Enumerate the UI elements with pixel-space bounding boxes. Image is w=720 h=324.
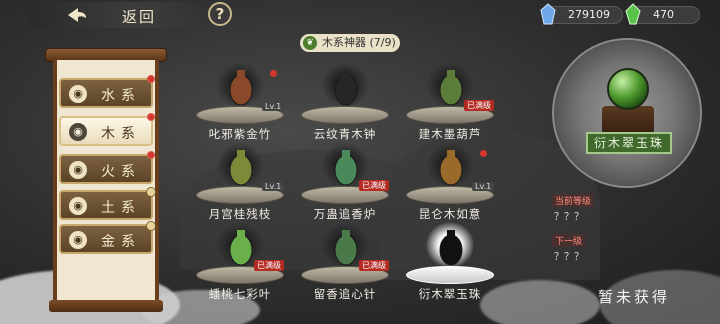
gourd-artifact-icon (439, 70, 463, 106)
leaf-artifact-icon (229, 230, 253, 266)
jade-resource-counter[interactable]: 470 (625, 3, 700, 25)
artifact-slot[interactable]: 已满级蟠桃七彩叶 (190, 222, 290, 302)
artifact-name: 云纹青木钟 (313, 127, 377, 141)
artifact-slot[interactable]: 已满级留香追心针 (295, 222, 395, 302)
help-button[interactable]: ? (208, 2, 232, 26)
max-level-badge: 已满级 (254, 260, 284, 271)
artifact-name: 万蛊追香炉 (313, 207, 377, 221)
green-jade-icon (625, 3, 641, 25)
notification-dot (147, 151, 155, 159)
artifact-name: 衍木翠玉珠 (418, 287, 482, 301)
upgrade-badge-icon (146, 187, 156, 197)
artifact-detail-panel: 衍木翠玉珠 当前等级 ？？？ 下一级 ？？？ 暂未获得 (540, 36, 710, 316)
tab-label: 水系 (101, 88, 141, 104)
notification-dot (480, 150, 487, 157)
category-title-text: 木系神器 (7/9) (322, 36, 396, 49)
censer-artifact-icon (334, 150, 358, 186)
fire-icon: ◉ (69, 161, 87, 179)
upgrade-badge-icon (146, 221, 156, 231)
tab-label: 土系 (101, 200, 141, 216)
pedestal (301, 106, 389, 124)
scroll-bottom-rod (49, 300, 163, 312)
tab-label: 金系 (101, 234, 141, 250)
artifact-name: 月宫桂残枝 (208, 207, 272, 221)
next-level-label: 下一级 (552, 234, 586, 247)
ruyi-artifact-icon (439, 150, 463, 186)
wood-icon: ◉ (69, 123, 87, 141)
tab-label: 火系 (101, 164, 141, 180)
category-title: ❦ 木系神器 (7/9) (300, 34, 400, 52)
branch-artifact-icon (229, 150, 253, 186)
artifact-slot[interactable]: Lv.1 昆仑木如意 (400, 142, 500, 222)
artifact-name: 昆仑木如意 (418, 207, 482, 221)
crystal-amount: 279109 (568, 8, 610, 21)
metal-icon: ◉ (69, 231, 87, 249)
tab-metal[interactable]: ◉ 金系 (59, 221, 156, 254)
notification-dot (147, 75, 155, 83)
max-level-badge: 已满级 (464, 100, 494, 111)
game-screen: 返回 ? 279109 470 ◉ 水系 ◉ 木系 ◉ 火系 ◉ 土系 ◉ 金系… (0, 0, 720, 324)
artifact-slot[interactable]: 衍木翠玉珠 (400, 222, 500, 302)
tab-label: 木系 (101, 126, 141, 142)
locked-silhouette-icon (439, 230, 463, 266)
jade-orb-artifact-icon (607, 68, 649, 110)
water-icon: ◉ (69, 85, 87, 103)
needle-artifact-icon (334, 230, 358, 266)
artifact-slot[interactable]: 已满级建木墨葫芦 (400, 62, 500, 142)
current-level-label: 当前等级 (552, 194, 595, 207)
tab-wood[interactable]: ◉ 木系 (59, 113, 155, 146)
artifact-name-plaque: 衍木翠玉珠 (586, 132, 672, 154)
bamboo-artifact-icon (229, 70, 253, 106)
acquire-status: 暂未获得 (598, 288, 671, 306)
max-level-badge: 已满级 (359, 260, 389, 271)
level-badge: Lv.1 (262, 102, 285, 111)
artifact-slot[interactable]: 已满级万蛊追香炉 (295, 142, 395, 222)
tab-earth[interactable]: ◉ 土系 (59, 187, 156, 220)
blue-crystal-icon (540, 3, 556, 25)
artifact-slot[interactable]: Lv.1 月宫桂残枝 (190, 142, 290, 222)
back-label: 返回 (122, 8, 157, 26)
level-badge: Lv.1 (472, 182, 495, 191)
artifact-name: 蟠桃七彩叶 (208, 287, 272, 301)
next-level-value: ？？？ (554, 252, 584, 263)
level-badge: Lv.1 (262, 182, 285, 191)
leaf-icon: ❦ (303, 36, 317, 50)
earth-icon: ◉ (69, 197, 87, 215)
notification-dot (270, 70, 277, 77)
notification-dot (147, 113, 155, 121)
artifact-name: 叱邪紫金竹 (208, 127, 272, 141)
bell-artifact-icon (334, 70, 358, 106)
back-button[interactable]: 返回 (30, 2, 205, 28)
element-tab-scroll: ◉ 水系 ◉ 木系 ◉ 火系 ◉ 土系 ◉ 金系 (45, 48, 167, 312)
back-arrow-icon (68, 8, 86, 22)
jade-amount: 470 (653, 8, 674, 21)
artifact-name: 留香追心针 (313, 287, 377, 301)
current-level-value: ？？？ (554, 212, 584, 223)
artifact-slot[interactable]: Lv.1 叱邪紫金竹 (190, 62, 290, 142)
crystal-resource-counter[interactable]: 279109 (540, 3, 623, 25)
artifact-slot[interactable]: 云纹青木钟 (295, 62, 395, 142)
max-level-badge: 已满级 (359, 180, 389, 191)
pedestal (406, 266, 494, 284)
tab-water[interactable]: ◉ 水系 (59, 75, 155, 108)
tab-fire[interactable]: ◉ 火系 (59, 151, 155, 184)
artifact-name: 建木墨葫芦 (418, 127, 482, 141)
